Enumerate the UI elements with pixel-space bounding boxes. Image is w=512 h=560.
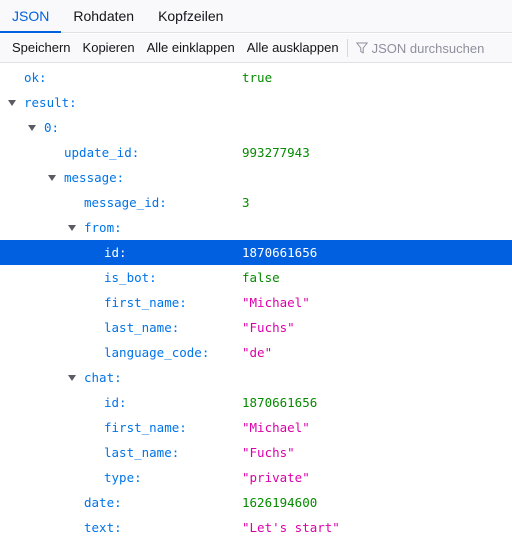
tree-value: 1870661656 xyxy=(242,395,318,410)
tree-key: text: xyxy=(84,520,122,535)
tab-headers[interactable]: Kopfzeilen xyxy=(146,0,235,32)
tree-key: last_name: xyxy=(104,320,180,335)
tree-key: 0: xyxy=(44,120,60,135)
tree-row-chat-first-name[interactable]: first_name: "Michael" xyxy=(0,415,512,440)
tree-key: last_name: xyxy=(104,445,180,460)
tree-row-chat-id[interactable]: id: 1870661656 xyxy=(0,390,512,415)
tab-json[interactable]: JSON xyxy=(0,0,62,33)
tree-row-message[interactable]: message: xyxy=(0,165,512,190)
tree-value: "Michael" xyxy=(242,295,310,310)
tree-value: 3 xyxy=(242,195,250,210)
tree-key: first_name: xyxy=(104,295,187,310)
funnel-icon xyxy=(355,42,368,54)
tree-row-ok[interactable]: ok: true xyxy=(0,65,512,90)
tree-key: language_code: xyxy=(104,345,210,360)
tree-row-is-bot[interactable]: is_bot: false xyxy=(0,265,512,290)
tree-row-language-code[interactable]: language_code: "de" xyxy=(0,340,512,365)
triangle-down-icon[interactable] xyxy=(8,100,16,106)
tree-key: id: xyxy=(104,245,127,260)
tree-key: id: xyxy=(104,395,127,410)
tree-value: "de" xyxy=(242,345,273,360)
json-toolbar: Speichern Kopieren Alle einklappen Alle … xyxy=(0,34,512,63)
tree-key: result: xyxy=(24,95,77,110)
tree-row-chat-type[interactable]: type: "private" xyxy=(0,465,512,490)
copy-button[interactable]: Kopieren xyxy=(77,34,141,62)
tree-value: "private" xyxy=(242,470,310,485)
tree-key: message_id: xyxy=(84,195,167,210)
expand-all-button[interactable]: Alle ausklappen xyxy=(241,34,345,62)
tree-key: from: xyxy=(84,220,122,235)
collapse-all-button[interactable]: Alle einklappen xyxy=(141,34,241,62)
tree-key: first_name: xyxy=(104,420,187,435)
save-button[interactable]: Speichern xyxy=(6,34,77,62)
json-filter-input[interactable] xyxy=(371,40,500,56)
tree-row-text[interactable]: text: "Let's start" xyxy=(0,515,512,540)
json-tree: ok: true result: 0: update_id: 993277943… xyxy=(0,63,512,540)
tree-row-from-id[interactable]: id: 1870661656 xyxy=(0,240,512,265)
viewer-tabbar: JSON Rohdaten Kopfzeilen xyxy=(0,0,512,33)
tree-row-from-last-name[interactable]: last_name: "Fuchs" xyxy=(0,315,512,340)
tree-key: update_id: xyxy=(64,145,140,160)
tab-raw-data[interactable]: Rohdaten xyxy=(61,0,146,32)
tree-value: 1626194600 xyxy=(242,495,318,510)
tree-key: chat: xyxy=(84,370,122,385)
tree-value: "Fuchs" xyxy=(242,320,295,335)
toolbar-divider xyxy=(346,39,348,57)
tree-row-chat-last-name[interactable]: last_name: "Fuchs" xyxy=(0,440,512,465)
triangle-down-icon[interactable] xyxy=(28,125,36,131)
triangle-down-icon[interactable] xyxy=(48,175,56,181)
tree-value: false xyxy=(242,270,280,285)
tree-value: 993277943 xyxy=(242,145,310,160)
tree-row-result-0[interactable]: 0: xyxy=(0,115,512,140)
tree-row-chat[interactable]: chat: xyxy=(0,365,512,390)
tree-value: true xyxy=(242,70,273,85)
tree-key: message: xyxy=(64,170,125,185)
tree-key: ok: xyxy=(24,70,47,85)
triangle-down-icon[interactable] xyxy=(68,225,76,231)
tree-row-result[interactable]: result: xyxy=(0,90,512,115)
tree-row-from-first-name[interactable]: first_name: "Michael" xyxy=(0,290,512,315)
tree-row-date[interactable]: date: 1626194600 xyxy=(0,490,512,515)
tree-row-message-id[interactable]: message_id: 3 xyxy=(0,190,512,215)
tree-row-update-id[interactable]: update_id: 993277943 xyxy=(0,140,512,165)
triangle-down-icon[interactable] xyxy=(68,375,76,381)
tree-key: type: xyxy=(104,470,142,485)
tree-value: "Fuchs" xyxy=(242,445,295,460)
tree-value: 1870661656 xyxy=(242,245,318,260)
tree-key: date: xyxy=(84,495,122,510)
tree-value: "Let's start" xyxy=(242,520,340,535)
tree-value: "Michael" xyxy=(242,420,310,435)
tree-key: is_bot: xyxy=(104,270,157,285)
tree-row-from[interactable]: from: xyxy=(0,215,512,240)
json-filter xyxy=(352,40,500,56)
